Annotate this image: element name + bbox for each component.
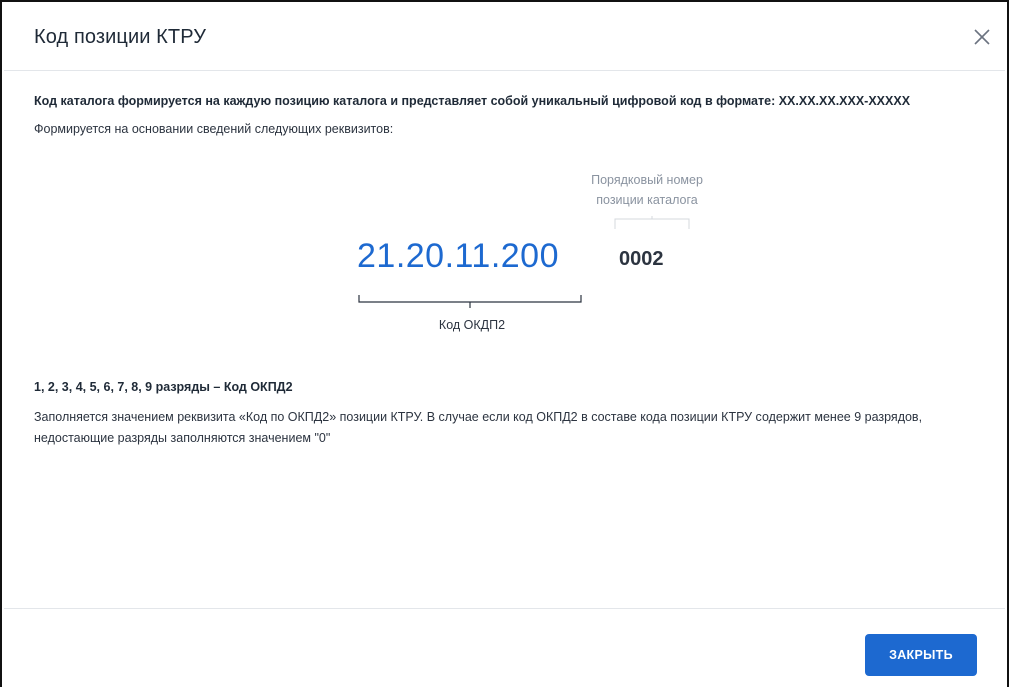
position-bracket xyxy=(614,216,690,229)
section-text: Заполняется значением реквизита «Код по … xyxy=(34,410,923,445)
code-diagram: Порядковый номер позиции каталога 21.20.… xyxy=(2,152,1009,362)
section-title: 1, 2, 3, 4, 5, 6, 7, 8, 9 разряды – Код … xyxy=(34,380,293,394)
close-icon[interactable] xyxy=(969,24,995,50)
dialog-header: Код позиции КТРУ xyxy=(4,4,1005,71)
okpd-code: 21.20.11.200 xyxy=(357,237,559,275)
dialog-footer: ЗАКРЫТЬ xyxy=(4,608,1005,687)
okpd-bracket xyxy=(358,295,582,308)
position-label: Порядковый номер позиции каталога xyxy=(591,173,703,207)
position-code: 0002 xyxy=(619,248,664,270)
dialog: Код позиции КТРУ Код каталога формируетс… xyxy=(0,0,1009,687)
intro-sub: Формируется на основании сведений следую… xyxy=(34,122,394,136)
dialog-title: Код позиции КТРУ xyxy=(34,26,207,48)
intro-lead: Код каталога формируется на каждую позиц… xyxy=(34,94,911,108)
close-button[interactable]: ЗАКРЫТЬ xyxy=(865,634,977,676)
okpd-label: Код ОКДП2 xyxy=(438,318,506,332)
